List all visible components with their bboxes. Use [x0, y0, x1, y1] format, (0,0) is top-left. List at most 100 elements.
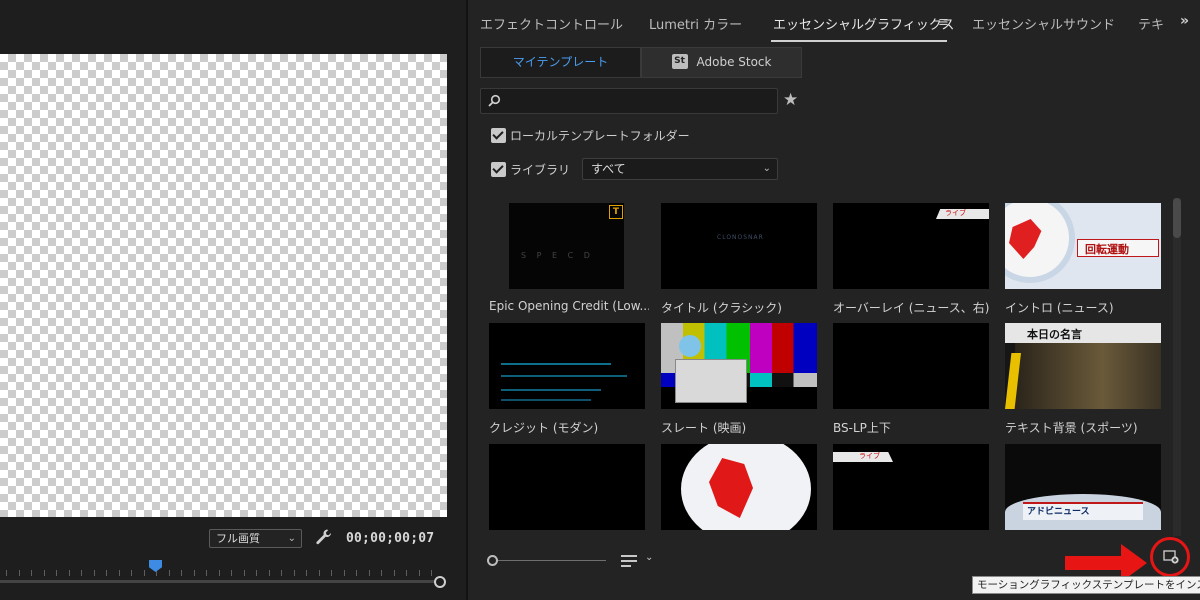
scrub-bar[interactable] [0, 580, 440, 583]
library-checkbox[interactable]: ライブラリ [491, 161, 570, 178]
ruler-tick [56, 570, 57, 576]
ruler-tick [93, 570, 95, 576]
install-template-button[interactable] [1150, 537, 1190, 577]
template-card[interactable]: クレジット (モダン) [489, 323, 645, 438]
template-card[interactable]: CLONOSNAR タイトル (クラシック) [661, 203, 817, 318]
ruler-tick [393, 570, 395, 576]
template-thumbnail: ライブ [833, 203, 989, 289]
playhead-timecode[interactable]: 00;00;00;07 [346, 531, 434, 546]
text-template-icon: T [609, 205, 623, 219]
tab-effect-controls[interactable]: エフェクトコントロール [480, 14, 623, 33]
scrub-end-handle[interactable] [434, 576, 446, 588]
ruler-tick [143, 570, 145, 576]
ruler-tick [331, 570, 332, 576]
wrench-icon[interactable] [315, 528, 333, 546]
ruler-tick [343, 570, 345, 576]
ruler-tick [206, 570, 207, 576]
ruler-tick [406, 570, 407, 576]
ruler-tick [243, 570, 245, 576]
ruler-tick [18, 570, 20, 576]
playback-quality-value: フル画質 [216, 532, 260, 545]
template-grid: T S P E C D Epic Opening Credit (Low... … [468, 200, 1168, 540]
ruler-tick [281, 570, 282, 576]
ruler-tick [43, 570, 45, 576]
thumb-text: 本日の名言 [1027, 328, 1082, 341]
credit-line [501, 399, 591, 401]
thumbnail-size-slider[interactable] [498, 560, 606, 561]
ruler-tick [293, 570, 295, 576]
thumbnail-size-slider-handle[interactable] [487, 555, 498, 566]
template-caption: イントロ (ニュース) [1005, 301, 1114, 315]
chevron-down-icon[interactable]: ⌄ [645, 552, 653, 563]
adobe-stock-button[interactable]: St Adobe Stock [641, 47, 802, 78]
sport-bg [1015, 343, 1161, 409]
ruler-tick [81, 570, 82, 576]
template-card[interactable]: ライブ [833, 444, 989, 540]
template-card[interactable]: アドビニュース [1005, 444, 1161, 540]
template-thumbnail [833, 323, 989, 409]
thumb-text: CLONOSNAR [717, 234, 764, 241]
template-card[interactable] [661, 444, 817, 540]
search-icon [488, 94, 501, 107]
sort-list-icon[interactable] [621, 555, 637, 568]
template-card[interactable]: BS-LP上下 [833, 323, 989, 438]
more-tabs-icon[interactable]: » [1180, 13, 1189, 29]
template-thumbnail [661, 444, 817, 530]
monitor-header [0, 0, 466, 54]
panel-menu-icon[interactable]: ≡ [938, 15, 949, 30]
chevron-down-icon: ⌄ [762, 163, 771, 174]
ruler-tick [231, 570, 232, 576]
template-thumbnail [661, 323, 817, 409]
tab-lumetri-color[interactable]: Lumetri カラー [649, 14, 742, 33]
template-caption: タイトル (クラシック) [661, 301, 782, 315]
slate-card [675, 359, 747, 403]
template-caption: テキスト背景 (スポーツ) [1005, 421, 1138, 435]
ruler-tick [6, 570, 7, 576]
scrollbar-thumb[interactable] [1173, 198, 1181, 238]
ruler-tick [218, 570, 220, 576]
local-folder-checkbox[interactable]: ローカルテンプレートフォルダー [491, 127, 690, 144]
favorites-star-icon[interactable]: ★ [783, 90, 798, 110]
ruler-tick [118, 570, 120, 576]
template-caption: BS-LP上下 [833, 421, 891, 435]
template-thumbnail: T S P E C D [509, 203, 624, 289]
template-caption: オーバーレイ (ニュース、右) [833, 301, 990, 315]
template-card[interactable]: スレート (映画) [661, 323, 817, 438]
template-card[interactable]: 回転運動 イントロ (ニュース) [1005, 203, 1161, 318]
search-input[interactable] [480, 88, 778, 114]
my-templates-button[interactable]: マイテンプレート [480, 47, 641, 78]
template-caption: クレジット (モダン) [489, 421, 599, 435]
tab-essential-sound[interactable]: エッセンシャルサウンド [972, 14, 1115, 33]
template-thumbnail: CLONOSNAR [661, 203, 817, 289]
install-tooltip: モーショングラフィックステンプレートをインストール [972, 576, 1200, 594]
template-card[interactable]: T S P E C D Epic Opening Credit (Low... [489, 203, 649, 318]
credit-line [501, 363, 611, 365]
grid-scrollbar[interactable] [1173, 198, 1181, 536]
library-select[interactable]: すべて ⌄ [582, 158, 778, 180]
ruler-tick [268, 570, 270, 576]
active-tab-indicator [771, 40, 947, 42]
checkbox-checked-icon [491, 162, 506, 177]
transparent-canvas [0, 54, 447, 517]
program-monitor: フル画質 ⌄ 00;00;00;07 [0, 0, 466, 600]
time-ruler[interactable] [0, 568, 447, 578]
tab-essential-graphics[interactable]: エッセンシャルグラフィックス [773, 14, 954, 33]
library-label: ライブラリ [510, 163, 571, 177]
template-card[interactable]: ライブ オーバーレイ (ニュース、右) [833, 203, 989, 318]
template-caption: Epic Opening Credit (Low... [489, 299, 649, 313]
template-thumbnail: ライブ [833, 444, 989, 530]
template-card[interactable] [489, 444, 645, 540]
panel-tabs: エフェクトコントロール Lumetri カラー エッセンシャルグラフィックス ≡… [468, 0, 1200, 44]
template-card[interactable]: 本日の名言 テキスト背景 (スポーツ) [1005, 323, 1161, 438]
ruler-tick [418, 570, 420, 576]
thumb-text: アドビニュース [1027, 507, 1090, 517]
template-thumbnail: 本日の名言 [1005, 323, 1161, 409]
template-thumbnail: 回転運動 [1005, 203, 1161, 289]
template-source-switch: マイテンプレート St Adobe Stock [480, 47, 802, 78]
ruler-tick [306, 570, 307, 576]
adobe-stock-label: Adobe Stock [696, 55, 772, 69]
playback-quality-select[interactable]: フル画質 ⌄ [209, 529, 302, 548]
tab-text[interactable]: テキ [1138, 14, 1164, 33]
local-folder-label: ローカルテンプレートフォルダー [510, 129, 690, 143]
slate-logo [679, 335, 701, 357]
